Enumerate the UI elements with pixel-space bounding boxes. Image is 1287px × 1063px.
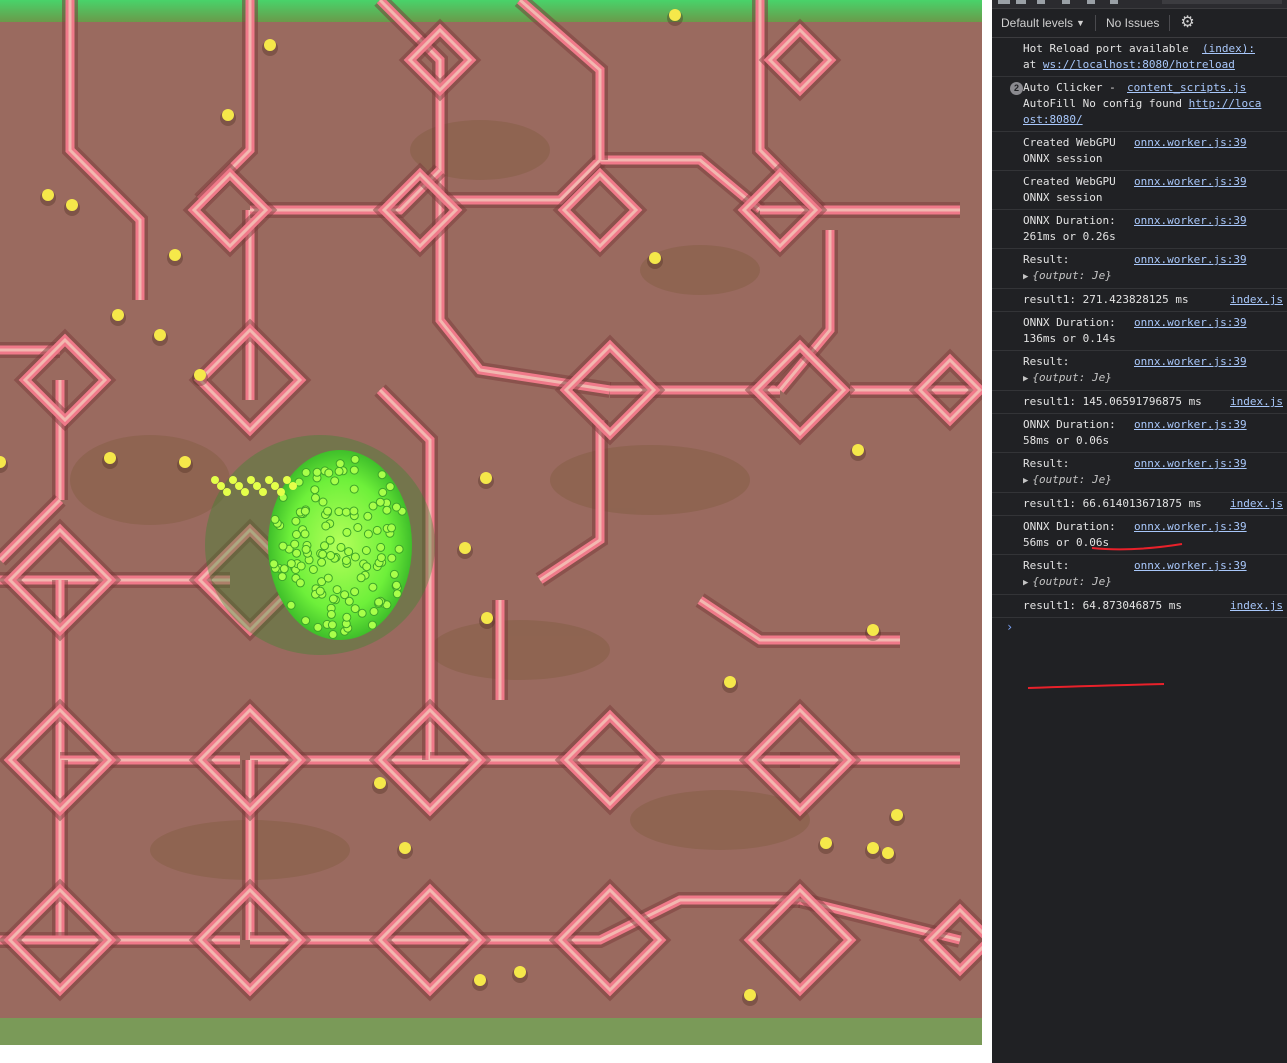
message-text: AutoFill No config found http://loca bbox=[1023, 97, 1262, 110]
settings-gear-icon[interactable]: ⚙ bbox=[1180, 15, 1194, 31]
devtools-tab-strip[interactable] bbox=[992, 0, 1287, 9]
message-text: at ws://localhost:8080/hotreload bbox=[1023, 58, 1235, 71]
repeat-count-badge: 2 bbox=[1010, 82, 1023, 95]
object-preview-text: {output: Je} bbox=[1032, 473, 1112, 486]
message-text: 261ms or 0.26s bbox=[1023, 230, 1116, 243]
console-message: 2 Auto Clicker - AutoFill No config found … bbox=[992, 77, 1287, 132]
console-message: Result: ▶ {output: Je} onnx.worker.js:39 bbox=[992, 249, 1287, 289]
log-levels-label: Default levels bbox=[1001, 16, 1074, 30]
expand-triangle-icon[interactable]: ▶ bbox=[1023, 578, 1028, 588]
source-link[interactable]: onnx.worker.js:39 bbox=[1132, 456, 1247, 472]
message-text: 136ms or 0.14s bbox=[1023, 332, 1116, 345]
object-preview[interactable]: ▶ {output: Je} bbox=[1023, 268, 1287, 285]
console-message: Result: ▶ {output: Je} onnx.worker.js:39 bbox=[992, 351, 1287, 391]
maze-render bbox=[0, 0, 982, 1045]
source-link[interactable]: onnx.worker.js:39 bbox=[1132, 315, 1247, 331]
source-link[interactable]: onnx.worker.js:39 bbox=[1132, 519, 1247, 535]
source-link[interactable]: index.js bbox=[1228, 394, 1283, 410]
game-canvas[interactable] bbox=[0, 0, 982, 1045]
expand-triangle-icon[interactable]: ▶ bbox=[1023, 272, 1028, 282]
source-link[interactable]: onnx.worker.js:39 bbox=[1132, 417, 1247, 433]
console-message: result1: 66.614013671875 ms index.js bbox=[992, 493, 1287, 516]
object-preview[interactable]: ▶ {output: Je} bbox=[1023, 370, 1287, 387]
source-link[interactable]: onnx.worker.js:39 bbox=[1132, 135, 1247, 151]
console-message: Result: ▶ {output: Je} onnx.worker.js:39 bbox=[992, 453, 1287, 493]
message-text: ost:8080/ bbox=[1023, 113, 1083, 126]
object-preview-text: {output: Je} bbox=[1032, 269, 1112, 282]
object-preview[interactable]: ▶ {output: Je} bbox=[1023, 574, 1287, 591]
console-message: Result: ▶ {output: Je} onnx.worker.js:39 bbox=[992, 555, 1287, 595]
toolbar-divider bbox=[1169, 15, 1171, 31]
console-messages: Hot Reload port available at ws://localho… bbox=[992, 38, 1287, 618]
console-message: Created WebGPU ONNX session onnx.worker.js… bbox=[992, 171, 1287, 210]
source-link[interactable]: index.js bbox=[1228, 496, 1283, 512]
console-message: ONNX Duration: 56ms or 0.06s onnx.worker.j… bbox=[992, 516, 1287, 555]
console-message: result1: 271.423828125 ms index.js bbox=[992, 289, 1287, 312]
source-link[interactable]: index.js bbox=[1228, 598, 1283, 614]
object-preview[interactable]: ▶ {output: Je} bbox=[1023, 472, 1287, 489]
dropdown-caret-icon: ▼ bbox=[1076, 18, 1085, 28]
console-message: result1: 145.06591796875 ms index.js bbox=[992, 391, 1287, 414]
console-message: ONNX Duration: 261ms or 0.26s onnx.worker.… bbox=[992, 210, 1287, 249]
source-link[interactable]: onnx.worker.js:39 bbox=[1132, 354, 1247, 370]
console-message: ONNX Duration: 58ms or 0.06s onnx.worker.j… bbox=[992, 414, 1287, 453]
source-link[interactable]: onnx.worker.js:39 bbox=[1132, 213, 1247, 229]
console-prompt[interactable]: › bbox=[992, 618, 1287, 636]
message-text: ONNX session bbox=[1023, 191, 1103, 204]
source-link[interactable]: index.js bbox=[1228, 292, 1283, 308]
expand-triangle-icon[interactable]: ▶ bbox=[1023, 476, 1028, 486]
expand-triangle-icon[interactable]: ▶ bbox=[1023, 374, 1028, 384]
console-message: Created WebGPU ONNX session onnx.worker.js… bbox=[992, 132, 1287, 171]
console-message: result1: 64.873046875 ms index.js bbox=[992, 595, 1287, 618]
message-text: 58ms or 0.06s bbox=[1023, 434, 1110, 447]
object-preview-text: {output: Je} bbox=[1032, 371, 1112, 384]
object-preview-text: {output: Je} bbox=[1032, 575, 1112, 588]
source-link[interactable]: content_scripts.js bbox=[1125, 80, 1247, 96]
issues-counter[interactable]: No Issues bbox=[1106, 16, 1159, 30]
message-text: ONNX session bbox=[1023, 152, 1103, 165]
message-text: 56ms or 0.06s bbox=[1023, 536, 1110, 549]
source-link[interactable]: onnx.worker.js:39 bbox=[1132, 252, 1247, 268]
source-link[interactable]: (index): bbox=[1200, 41, 1255, 57]
source-link[interactable]: onnx.worker.js:39 bbox=[1132, 558, 1247, 574]
log-levels-dropdown[interactable]: Default levels ▼ bbox=[1001, 16, 1085, 30]
source-link[interactable]: onnx.worker.js:39 bbox=[1132, 174, 1247, 190]
console-message: ONNX Duration: 136ms or 0.14s onnx.worker.… bbox=[992, 312, 1287, 351]
toolbar-divider bbox=[1094, 15, 1096, 31]
devtools-console-panel: Default levels ▼ No Issues ⚙ Hot Reload … bbox=[992, 0, 1287, 1063]
console-message: Hot Reload port available at ws://localho… bbox=[992, 38, 1287, 77]
console-toolbar: Default levels ▼ No Issues ⚙ bbox=[992, 9, 1287, 38]
